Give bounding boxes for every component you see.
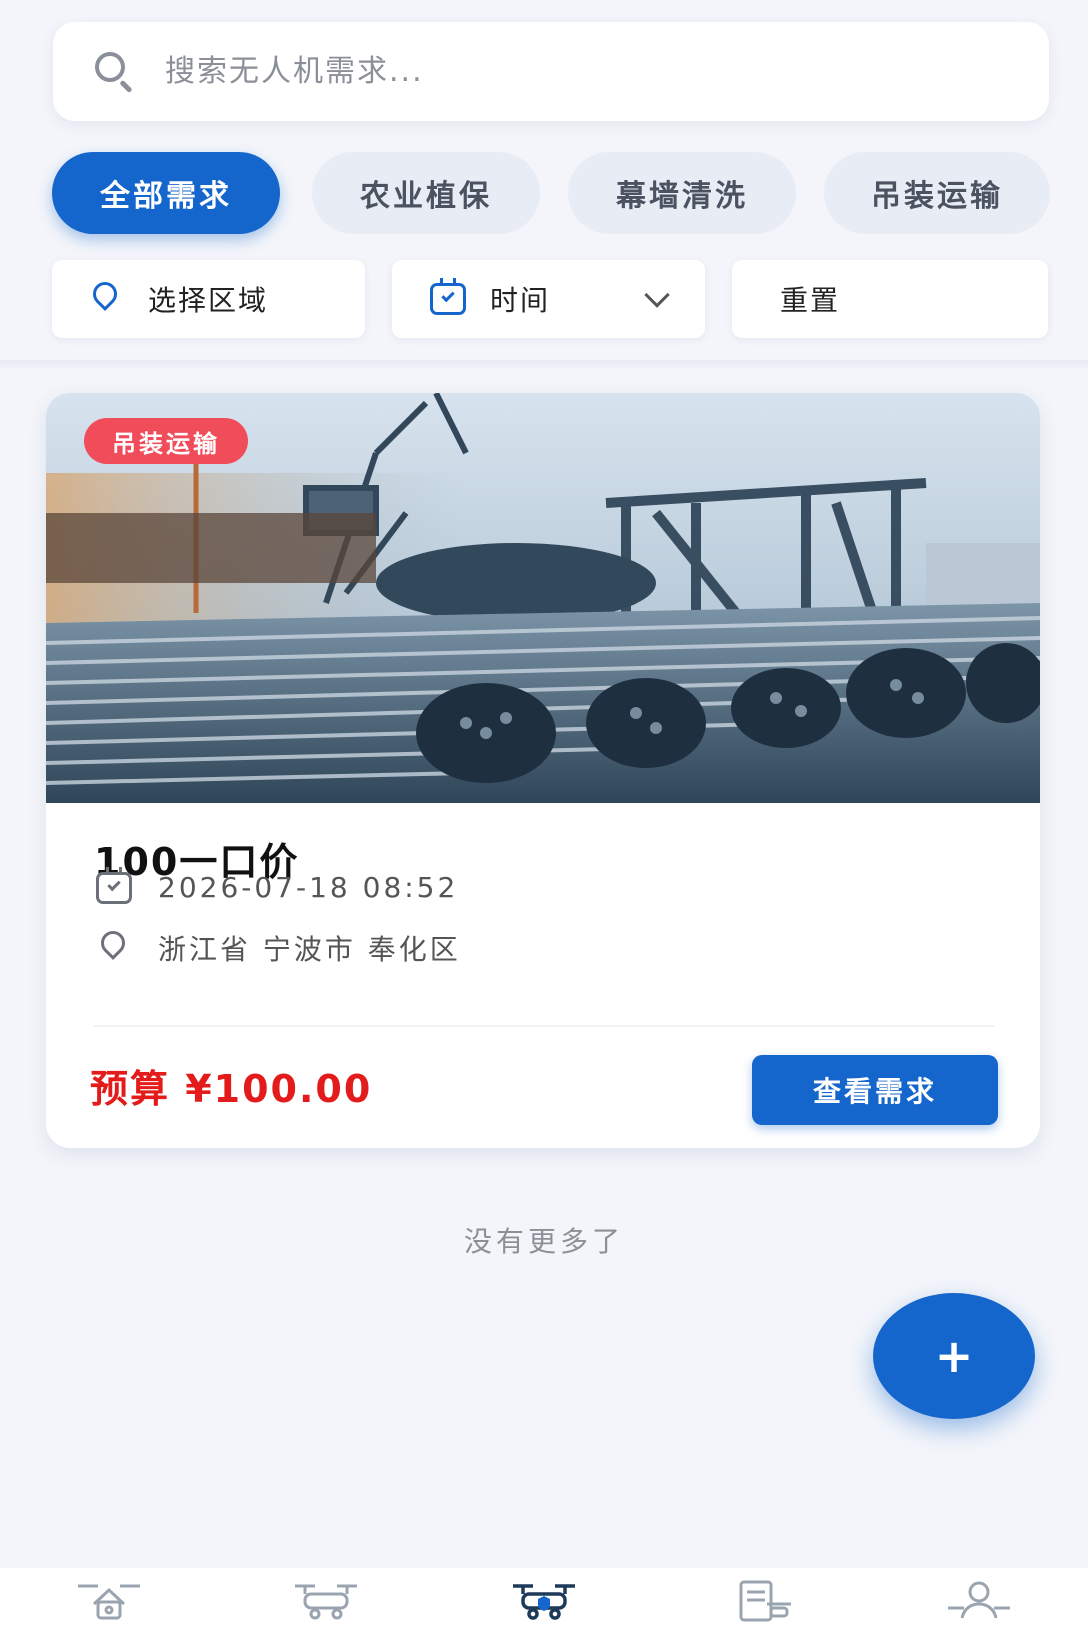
budget-price: 预算 ¥100.00 — [90, 1067, 373, 1111]
drone-document-icon — [739, 1580, 791, 1622]
nav-documents[interactable] — [722, 1578, 802, 1625]
card-divider — [94, 1025, 994, 1027]
calendar-icon — [96, 866, 132, 904]
nav-profile[interactable] — [939, 1578, 1019, 1625]
drone-home-icon — [77, 1584, 140, 1620]
nav-home[interactable] — [69, 1578, 149, 1625]
tab-hoisting-transport[interactable]: 吊装运输 — [824, 152, 1050, 234]
location-pin-icon — [88, 277, 122, 316]
demand-card[interactable]: 吊装运输 100一口价 2026-07-18 08:52 浙江省 宁波市 奉化区… — [46, 393, 1040, 1148]
bottom-nav — [0, 1568, 1088, 1625]
region-filter-label: 选择区域 — [148, 284, 269, 317]
search-input[interactable] — [165, 54, 945, 89]
reset-label: 重置 — [780, 284, 841, 317]
datetime-row: 2026-07-18 08:52 — [96, 866, 459, 904]
nav-demands[interactable] — [504, 1578, 584, 1625]
drone-profile-icon — [948, 1581, 1011, 1619]
chevron-down-icon — [644, 282, 670, 308]
demand-datetime: 2026-07-18 08:52 — [158, 871, 459, 904]
search-icon — [93, 50, 137, 94]
tab-agriculture[interactable]: 农业植保 — [312, 152, 540, 234]
time-filter[interactable]: 时间 — [392, 260, 705, 338]
time-filter-label: 时间 — [490, 284, 551, 317]
list-end-text: 没有更多了 — [463, 1225, 624, 1258]
tab-curtain-wall-cleaning[interactable]: 幕墙清洗 — [568, 152, 796, 234]
region-filter[interactable]: 选择区域 — [52, 260, 365, 338]
nav-services[interactable] — [286, 1578, 366, 1625]
reset-button[interactable]: 重置 — [732, 260, 1048, 338]
search-bar[interactable] — [53, 22, 1049, 121]
drone-demand-icon — [512, 1584, 575, 1620]
calendar-icon — [430, 278, 466, 315]
demand-location: 浙江省 宁波市 奉化区 — [158, 933, 461, 966]
category-badge: 吊装运输 — [84, 418, 248, 464]
view-demand-button[interactable]: 查看需求 — [752, 1055, 998, 1125]
tab-all-demands[interactable]: 全部需求 — [52, 152, 280, 234]
add-demand-button[interactable]: + — [873, 1293, 1035, 1419]
app-page: 全部需求 农业植保 幕墙清洗 吊装运输 选择区域 时间 重置 — [0, 0, 1088, 1625]
drone-service-icon — [295, 1584, 358, 1620]
location-row: 浙江省 宁波市 奉化区 — [96, 926, 461, 968]
location-pin-icon — [96, 926, 130, 965]
section-divider — [0, 360, 1088, 370]
